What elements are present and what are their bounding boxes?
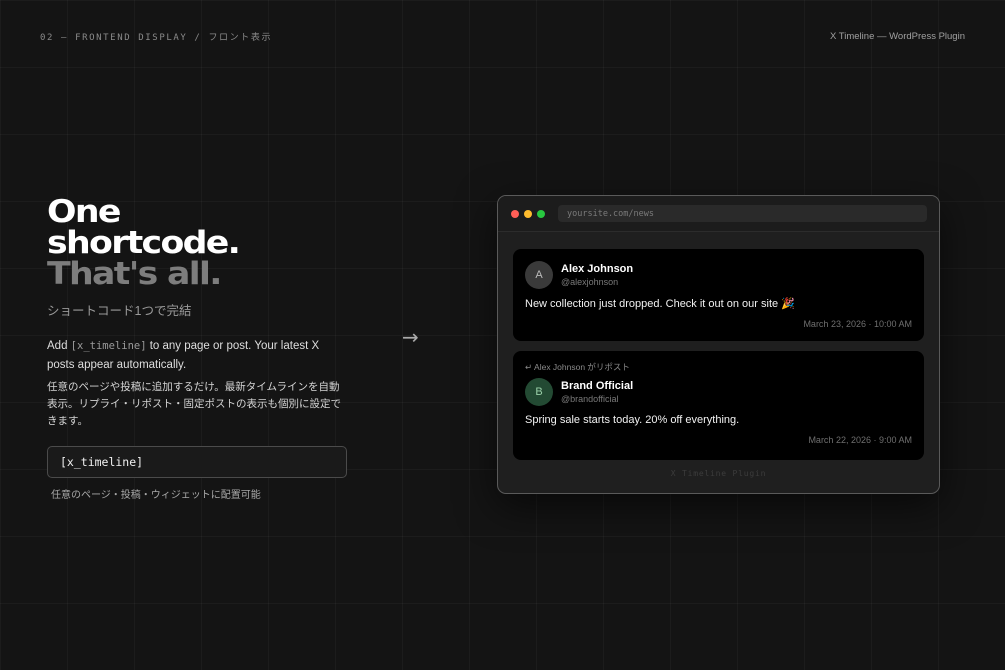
- maximize-dot-icon: [537, 209, 545, 218]
- post-text: New collection just dropped. Check it ou…: [525, 298, 795, 310]
- address-bar[interactable]: yoursite.com/news: [558, 205, 927, 222]
- timeline-post[interactable]: A Alex Johnson @alexjohnson New collecti…: [513, 249, 924, 341]
- post-timestamp[interactable]: March 23, 2026 · 10:00 AM: [525, 319, 912, 329]
- shortcode-box[interactable]: [x_timeline]: [47, 446, 347, 478]
- headline-line-3: That's all.: [47, 256, 222, 292]
- description-before: Add: [47, 340, 71, 352]
- avatar[interactable]: A: [525, 261, 553, 289]
- author-name[interactable]: Alex Johnson: [561, 263, 633, 276]
- close-dot-icon: [511, 209, 519, 218]
- author-handle[interactable]: @alexjohnson: [561, 276, 633, 288]
- repost-icon: ↵: [525, 362, 533, 372]
- arrow-right-icon: →: [402, 325, 419, 349]
- post-author: A Alex Johnson @alexjohnson: [525, 261, 912, 289]
- shortcode-text: [x_timeline]: [60, 455, 144, 469]
- product-title: X Timeline — WordPress Plugin: [830, 31, 965, 42]
- inline-shortcode: [x_timeline]: [70, 340, 147, 352]
- minimize-dot-icon: [524, 209, 532, 218]
- post-timestamp[interactable]: March 22, 2026 · 9:00 AM: [525, 435, 912, 445]
- hero-section: One shortcode. That's all. ショートコード1つで完結 …: [47, 197, 367, 501]
- headline-line-2: shortcode.: [47, 225, 241, 261]
- shortcode-caption: 任意のページ・投稿・ウィジェットに配置可能: [51, 490, 261, 501]
- avatar[interactable]: B: [525, 378, 553, 406]
- repost-indicator: ↵ Alex Johnson がリポスト: [525, 361, 912, 373]
- description: Add [x_timeline] to any page or post. Yo…: [47, 337, 337, 375]
- timeline-post[interactable]: ↵ Alex Johnson がリポスト B Brand Official @b…: [513, 351, 924, 460]
- headline-line-1: One: [47, 194, 121, 230]
- plugin-footer-label: X Timeline Plugin: [670, 469, 767, 478]
- browser-mockup: yoursite.com/news A Alex Johnson @alexjo…: [497, 195, 940, 494]
- description-jp: 任意のページや投稿に追加するだけ。最新タイムラインを自動表示。リプライ・リポスト…: [47, 381, 341, 427]
- post-text: Spring sale starts today. 20% off everyt…: [525, 414, 740, 426]
- section-eyebrow: 02 — FRONTEND DISPLAY / フロント表示: [40, 33, 273, 43]
- subtitle-jp: ショートコード1つで完結: [47, 304, 192, 318]
- post-author: B Brand Official @brandofficial: [525, 378, 912, 406]
- author-handle[interactable]: @brandofficial: [561, 393, 633, 405]
- repost-label: Alex Johnson がリポスト: [534, 362, 630, 372]
- browser-toolbar: yoursite.com/news: [498, 196, 939, 232]
- author-name[interactable]: Brand Official: [561, 380, 633, 393]
